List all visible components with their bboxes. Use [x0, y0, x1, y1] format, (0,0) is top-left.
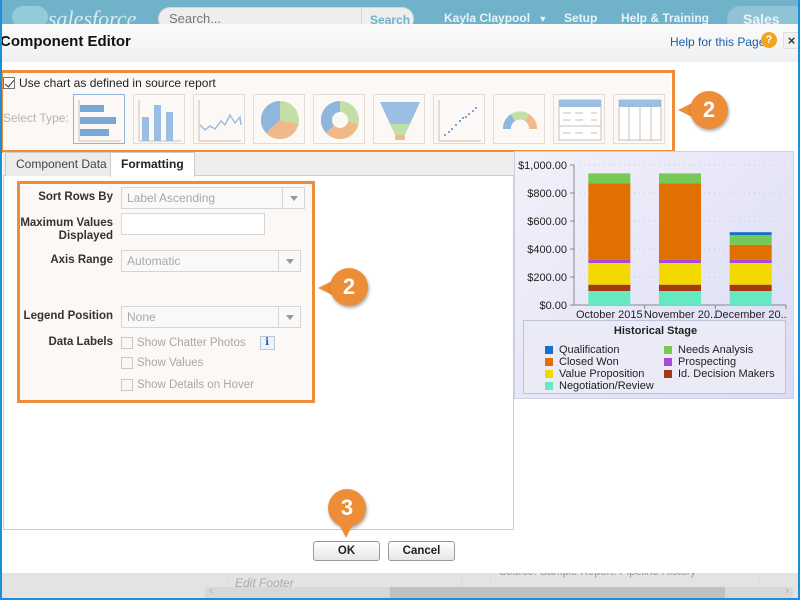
bar-segment	[729, 259, 772, 263]
scroll-right-icon[interactable]: ›	[785, 585, 789, 597]
y-tick-label: $800.00	[527, 188, 567, 200]
dialog-header: Component Editor Help for this Page ? ×	[0, 24, 800, 62]
user-menu[interactable]: Kayla Claypool ▼	[444, 11, 547, 25]
legend-swatch	[545, 346, 553, 354]
y-tick-label: $1,000.00	[518, 160, 567, 172]
bar-segment	[659, 173, 701, 184]
legend-item: Value Proposition	[545, 368, 644, 380]
dialog-title: Component Editor	[0, 33, 131, 50]
bar-segment	[729, 235, 772, 245]
ok-button[interactable]: OK	[313, 541, 380, 561]
bar-segment	[729, 244, 772, 260]
legend-label: Value Proposition	[559, 368, 645, 380]
legend-label: Prospecting	[678, 356, 737, 368]
y-tick-label: $400.00	[527, 244, 567, 256]
legend-label: Closed Won	[559, 356, 619, 368]
help-for-this-page-link[interactable]: Help for this Page	[670, 35, 765, 49]
bar-segment	[659, 284, 701, 291]
user-menu-label: Kayla Claypool	[444, 11, 531, 25]
bar-segment	[659, 263, 701, 285]
bar-segment	[729, 291, 772, 305]
chart-legend: Historical Stage Qualification Needs Anal…	[523, 320, 786, 394]
bar-segment	[588, 173, 631, 184]
legend-item: Closed Won	[545, 356, 619, 368]
y-tick-label: $600.00	[527, 216, 567, 228]
nav-setup[interactable]: Setup	[564, 11, 597, 25]
callout-step-2-formatting: 2	[330, 268, 368, 306]
chart-preview: $0.00 $200.00 $400.00 $600.00 $800.00 $1,000.…	[518, 160, 787, 321]
legend-item: Negotiation/Review	[545, 380, 654, 392]
bar-segment	[588, 284, 631, 291]
help-question-icon[interactable]: ?	[761, 32, 777, 48]
page: salesforce Search Kayla Claypool ▼ Setup…	[0, 0, 800, 600]
legend-swatch	[664, 358, 672, 366]
callout-pointer	[339, 524, 353, 538]
legend-label: Needs Analysis	[678, 344, 754, 356]
legend-label: Qualification	[559, 344, 620, 356]
y-tick-label: $0.00	[539, 300, 567, 312]
chevron-down-icon: ▼	[538, 14, 548, 24]
formatting-highlight	[17, 181, 315, 403]
legend-item: Id. Decision Makers	[664, 368, 775, 380]
callout-step-2-type: 2	[690, 91, 728, 129]
legend-label: Id. Decision Makers	[678, 368, 775, 380]
bar-segment	[659, 291, 701, 305]
window-border-left	[0, 0, 2, 600]
legend-swatch	[664, 370, 672, 378]
bar-segment	[659, 183, 701, 260]
legend-swatch	[545, 382, 553, 390]
legend-item: Prospecting	[664, 356, 736, 368]
callout-step-3-ok: 3	[328, 489, 366, 527]
legend-swatch	[545, 370, 553, 378]
legend-item: Qualification	[545, 344, 620, 356]
nav-help-training[interactable]: Help & Training	[621, 11, 709, 25]
legend-swatch	[664, 346, 672, 354]
type-selection-highlight	[0, 70, 675, 153]
cancel-button[interactable]: Cancel	[388, 541, 455, 561]
legend-item: Needs Analysis	[664, 344, 753, 356]
tab-formatting[interactable]: Formatting	[110, 152, 195, 177]
tab-component-data[interactable]: Component Data	[5, 152, 118, 176]
legend-swatch	[545, 358, 553, 366]
bar-segment	[729, 263, 772, 285]
bar-segment	[729, 232, 772, 235]
bar-segment	[729, 284, 772, 291]
bar-segment	[588, 263, 631, 285]
bar-segment	[588, 291, 631, 305]
scroll-left-icon[interactable]: ‹	[209, 585, 213, 597]
y-tick-label: $200.00	[527, 272, 567, 284]
legend-label: Negotiation/Review	[559, 380, 654, 392]
bar-segment	[659, 259, 701, 263]
bar-segment	[588, 259, 631, 263]
bar-segment	[588, 183, 631, 260]
legend-title: Historical Stage	[613, 325, 698, 337]
